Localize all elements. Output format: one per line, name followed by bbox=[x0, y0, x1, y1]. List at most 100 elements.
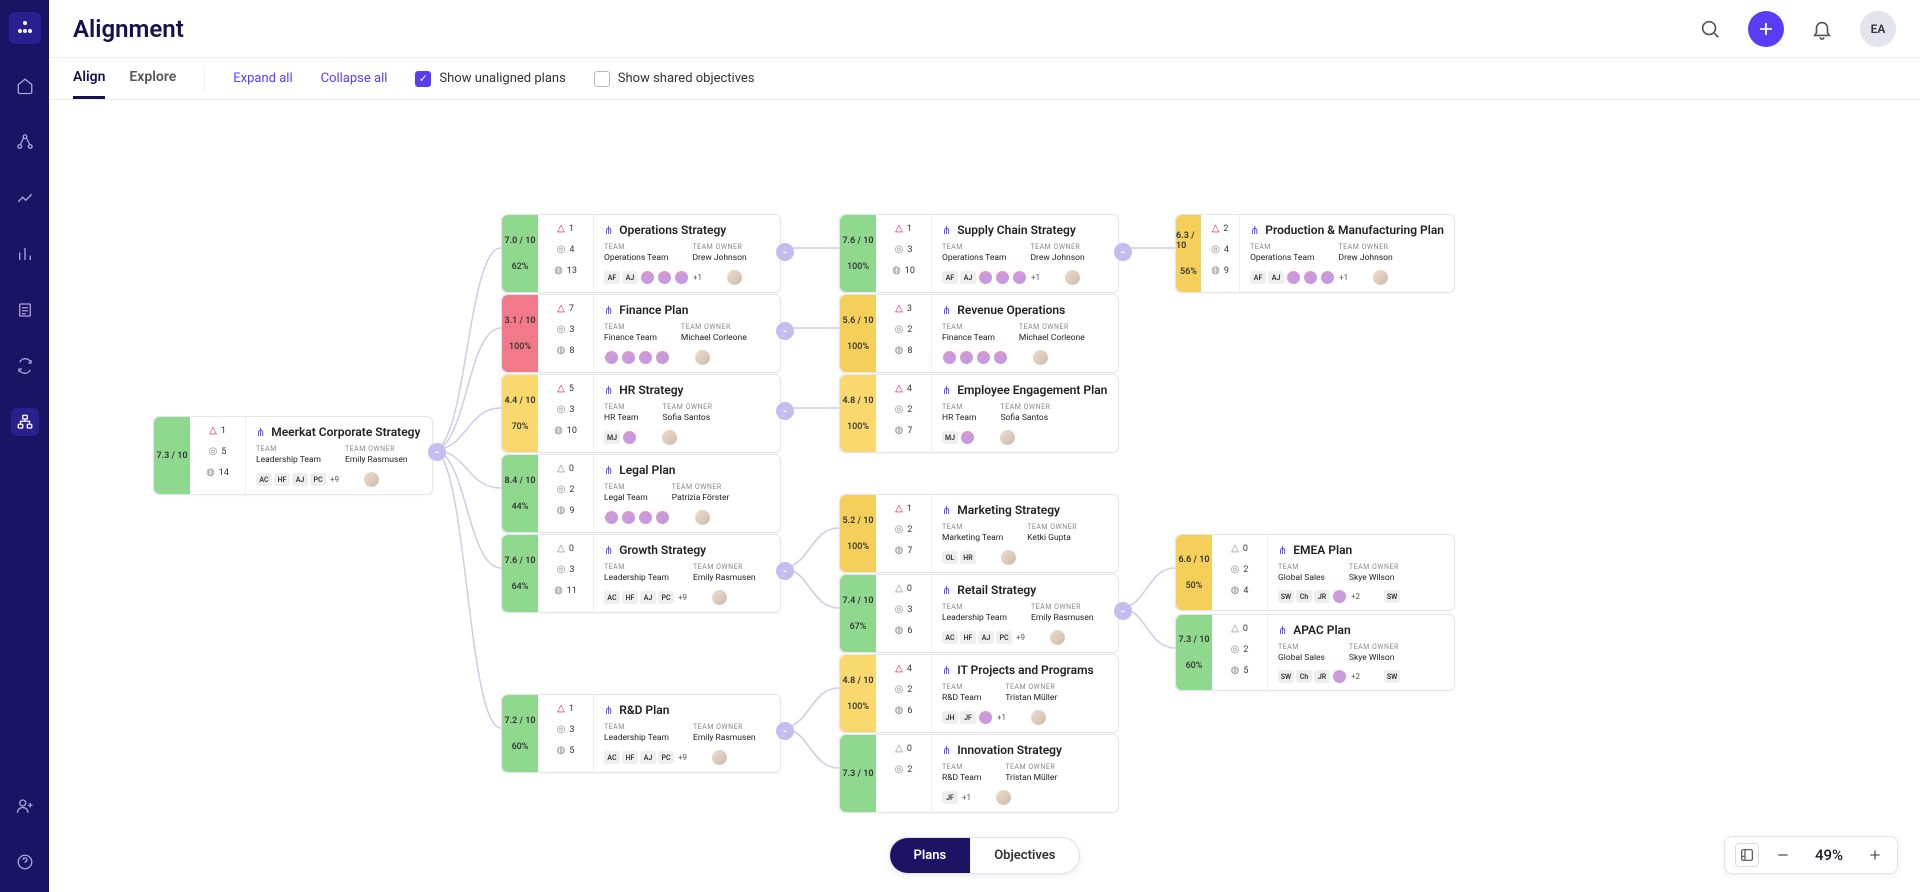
plan-card[interactable]: 4.4 / 1070% △5 ◎3 ◍10 ⋔HR Strategy TEAMH… bbox=[501, 374, 781, 453]
nav-trend-icon[interactable] bbox=[11, 184, 39, 212]
zoom-value: 49% bbox=[1807, 846, 1851, 864]
checkbox-unchecked-icon bbox=[594, 71, 610, 87]
score-badge: 6.3 / 1056% bbox=[1176, 215, 1201, 292]
show-shared-checkbox[interactable]: Show shared objectives bbox=[594, 71, 755, 87]
plan-card[interactable]: 5.2 / 10100% △1 ◎2 ◍7 ⋔Marketing Strateg… bbox=[839, 494, 1119, 573]
score-badge: 3.1 / 10100% bbox=[502, 295, 538, 372]
card-stats: △1 ◎3 ◍5 bbox=[538, 695, 594, 772]
card-body: ⋔Production & Manufacturing Plan TEAMOpe… bbox=[1240, 215, 1454, 292]
plan-card[interactable]: 7.6 / 1064% △0 ◎3 ◍11 ⋔Growth Strategy T… bbox=[501, 534, 781, 613]
score-badge: 7.2 / 1060% bbox=[502, 695, 538, 772]
card-body: ⋔Innovation Strategy TEAMR&D Team TEAM O… bbox=[932, 735, 1118, 812]
toolbar: Align Explore Expand all Collapse all ✓ … bbox=[49, 58, 1920, 100]
plan-card[interactable]: 7.3 / 10 △1 ◎5 ◍14 ⋔Meerkat Corporate St… bbox=[153, 416, 433, 495]
plan-card[interactable]: 8.4 / 1044% △0 ◎2 ◍9 ⋔Legal Plan TEAMLeg… bbox=[501, 454, 781, 533]
card-stats: △1 ◎2 ◍7 bbox=[876, 495, 932, 572]
plan-card[interactable]: 5.6 / 10100% △3 ◎2 ◍8 ⋔Revenue Operation… bbox=[839, 294, 1119, 373]
card-stats: △1 ◎4 ◍13 bbox=[538, 215, 594, 292]
plan-card[interactable]: 6.3 / 1056% △2 ◎4 ◍9 ⋔Production & Manuf… bbox=[1175, 214, 1455, 293]
alignment-canvas[interactable]: Plans Objectives 49% 7.3 / 10 △1 ◎5 ◍14 … bbox=[49, 100, 1920, 892]
card-stats: △4 ◎2 ◍7 bbox=[876, 375, 932, 452]
card-stats: △0 ◎2 bbox=[876, 735, 932, 812]
card-body: ⋔HR Strategy TEAMHR Team TEAM OWNERSofia… bbox=[594, 375, 780, 452]
zoom-in-button[interactable] bbox=[1863, 843, 1887, 867]
search-icon[interactable] bbox=[1692, 11, 1728, 47]
card-body: ⋔IT Projects and Programs TEAMR&D Team T… bbox=[932, 655, 1118, 732]
card-body: ⋔R&D Plan TEAMLeadership Team TEAM OWNER… bbox=[594, 695, 780, 772]
score-badge: 5.2 / 10100% bbox=[840, 495, 876, 572]
nav-home-icon[interactable] bbox=[11, 72, 39, 100]
score-badge: 7.0 / 1062% bbox=[502, 215, 538, 292]
card-body: ⋔Growth Strategy TEAMLeadership Team TEA… bbox=[594, 535, 780, 612]
plan-card[interactable]: 7.6 / 10100% △1 ◎3 ◍10 ⋔Supply Chain Str… bbox=[839, 214, 1119, 293]
zoom-controls: 49% bbox=[1724, 836, 1898, 874]
card-body: ⋔Meerkat Corporate Strategy TEAMLeadersh… bbox=[246, 417, 432, 494]
collapse-node-button[interactable]: - bbox=[776, 322, 794, 340]
card-body: ⋔Legal Plan TEAMLegal Team TEAM OWNERPat… bbox=[594, 455, 780, 532]
page-title: Alignment bbox=[73, 15, 184, 43]
collapse-all-link[interactable]: Collapse all bbox=[321, 71, 388, 86]
plan-card[interactable]: 4.8 / 10100% △4 ◎2 ◍7 ⋔Employee Engageme… bbox=[839, 374, 1119, 453]
card-stats: △3 ◎2 ◍8 bbox=[876, 295, 932, 372]
card-stats: △0 ◎3 ◍6 bbox=[876, 575, 932, 652]
card-stats: △4 ◎2 ◍6 bbox=[876, 655, 932, 732]
card-body: ⋔EMEA Plan TEAMGlobal Sales TEAM OWNERSk… bbox=[1268, 535, 1454, 610]
collapse-node-button[interactable]: - bbox=[428, 443, 446, 461]
zoom-out-button[interactable] bbox=[1771, 843, 1795, 867]
score-badge: 7.6 / 1064% bbox=[502, 535, 538, 612]
card-body: ⋔Retail Strategy TEAMLeadership Team TEA… bbox=[932, 575, 1118, 652]
zoom-fit-icon[interactable] bbox=[1735, 843, 1759, 867]
collapse-node-button[interactable]: - bbox=[776, 562, 794, 580]
score-badge: 4.8 / 10100% bbox=[840, 655, 876, 732]
expand-all-link[interactable]: Expand all bbox=[233, 71, 292, 86]
plan-card[interactable]: 3.1 / 10100% △7 ◎3 ◍8 ⋔Finance Plan TEAM… bbox=[501, 294, 781, 373]
nav-rail bbox=[0, 0, 49, 892]
collapse-node-button[interactable]: - bbox=[1114, 602, 1132, 620]
card-stats: △7 ◎3 ◍8 bbox=[538, 295, 594, 372]
card-body: ⋔Operations Strategy TEAMOperations Team… bbox=[594, 215, 780, 292]
plan-card[interactable]: 7.3 / 1060% △0 ◎2 ◍5 ⋔APAC Plan TEAMGlob… bbox=[1175, 614, 1455, 691]
collapse-node-button[interactable]: - bbox=[1114, 243, 1132, 261]
nav-chart-icon[interactable] bbox=[11, 240, 39, 268]
notifications-icon[interactable] bbox=[1804, 11, 1840, 47]
topbar: Alignment EA bbox=[49, 0, 1920, 58]
score-badge: 5.6 / 10100% bbox=[840, 295, 876, 372]
card-stats: △0 ◎2 ◍4 bbox=[1212, 535, 1268, 610]
plan-card[interactable]: 4.8 / 10100% △4 ◎2 ◍6 ⋔IT Projects and P… bbox=[839, 654, 1119, 733]
tab-explore[interactable]: Explore bbox=[129, 58, 176, 99]
nav-sync-icon[interactable] bbox=[11, 352, 39, 380]
collapse-node-button[interactable]: - bbox=[776, 243, 794, 261]
add-button[interactable] bbox=[1748, 11, 1784, 47]
tab-align[interactable]: Align bbox=[73, 58, 105, 99]
score-badge: 8.4 / 1044% bbox=[502, 455, 538, 532]
nav-invite-icon[interactable] bbox=[11, 792, 39, 820]
card-body: ⋔Revenue Operations TEAMFinance Team TEA… bbox=[932, 295, 1118, 372]
show-unaligned-checkbox[interactable]: ✓ Show unaligned plans bbox=[415, 71, 565, 87]
nav-help-icon[interactable] bbox=[11, 848, 39, 876]
card-body: ⋔Finance Plan TEAMFinance Team TEAM OWNE… bbox=[594, 295, 780, 372]
score-badge: 4.8 / 10100% bbox=[840, 375, 876, 452]
card-body: ⋔Employee Engagement Plan TEAMHR Team TE… bbox=[932, 375, 1118, 452]
plan-card[interactable]: 7.3 / 10 △0 ◎2 ⋔Innovation Strategy TEAM… bbox=[839, 734, 1119, 813]
score-badge: 7.3 / 10 bbox=[840, 735, 876, 812]
user-avatar[interactable]: EA bbox=[1860, 11, 1896, 47]
nav-report-icon[interactable] bbox=[11, 296, 39, 324]
nav-network-icon[interactable] bbox=[11, 128, 39, 156]
collapse-node-button[interactable]: - bbox=[776, 402, 794, 420]
card-body: ⋔APAC Plan TEAMGlobal Sales TEAM OWNERSk… bbox=[1268, 615, 1454, 690]
plan-card[interactable]: 7.2 / 1060% △1 ◎3 ◍5 ⋔R&D Plan TEAMLeade… bbox=[501, 694, 781, 773]
score-badge: 7.6 / 10100% bbox=[840, 215, 876, 292]
view-objectives-button[interactable]: Objectives bbox=[970, 838, 1079, 873]
collapse-node-button[interactable]: - bbox=[776, 722, 794, 740]
nav-alignment-icon[interactable] bbox=[11, 408, 39, 436]
card-stats: △0 ◎3 ◍11 bbox=[538, 535, 594, 612]
score-badge: 6.6 / 1050% bbox=[1176, 535, 1212, 610]
card-stats: △1 ◎5 ◍14 bbox=[190, 417, 246, 494]
plan-card[interactable]: 7.4 / 1067% △0 ◎3 ◍6 ⋔Retail Strategy TE… bbox=[839, 574, 1119, 653]
app-logo[interactable] bbox=[9, 12, 41, 44]
plan-card[interactable]: 6.6 / 1050% △0 ◎2 ◍4 ⋔EMEA Plan TEAMGlob… bbox=[1175, 534, 1455, 611]
view-plans-button[interactable]: Plans bbox=[890, 838, 971, 873]
checkbox-checked-icon: ✓ bbox=[415, 71, 431, 87]
score-badge: 7.4 / 1067% bbox=[840, 575, 876, 652]
plan-card[interactable]: 7.0 / 1062% △1 ◎4 ◍13 ⋔Operations Strate… bbox=[501, 214, 781, 293]
